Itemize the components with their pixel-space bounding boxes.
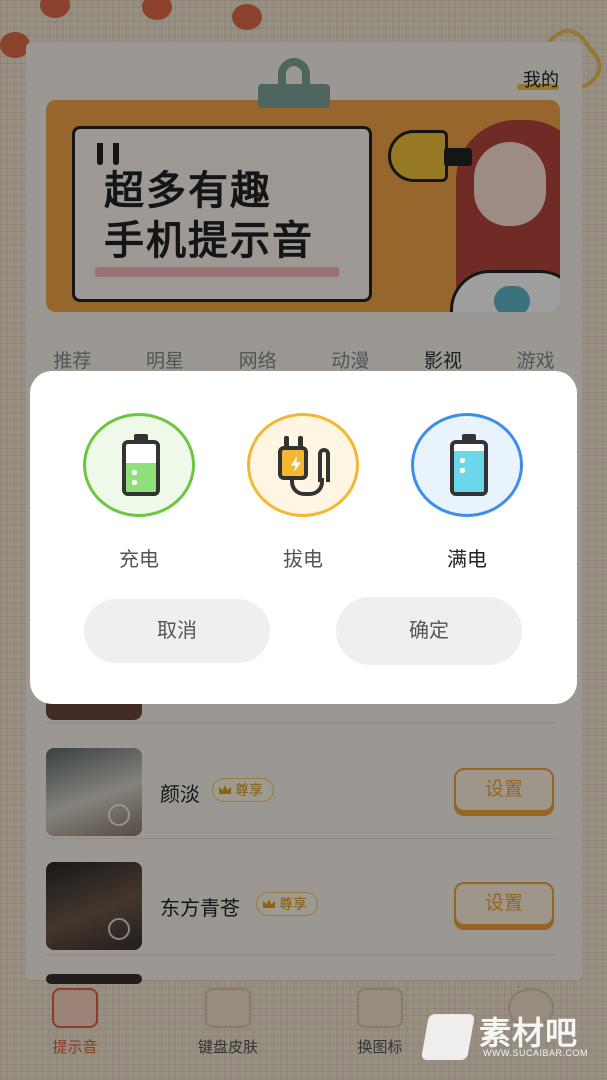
cancel-button[interactable]: 取消	[84, 599, 270, 663]
option-label: 充电	[119, 549, 159, 571]
option-full-circle	[411, 413, 523, 517]
confirm-button[interactable]: 确定	[336, 597, 522, 665]
plug-icon	[276, 436, 334, 498]
ringtone-type-dialog: 充电 拔电 满电 取消 确定	[30, 371, 577, 704]
watermark-logo	[420, 1014, 476, 1060]
option-full[interactable]: 满电	[411, 413, 523, 572]
watermark: 素材吧 WWW.SUCAIBAR.COM	[420, 1008, 588, 1064]
battery-full-icon	[450, 434, 488, 496]
battery-charging-icon	[122, 434, 160, 496]
option-charging-circle	[83, 413, 195, 517]
option-label: 满电	[447, 549, 487, 571]
option-unplug[interactable]: 拔电	[247, 413, 359, 572]
option-label: 拔电	[283, 549, 323, 571]
option-unplug-circle	[247, 413, 359, 517]
option-charging[interactable]: 充电	[83, 413, 195, 572]
battery-fill	[454, 451, 484, 492]
battery-fill	[126, 463, 156, 492]
